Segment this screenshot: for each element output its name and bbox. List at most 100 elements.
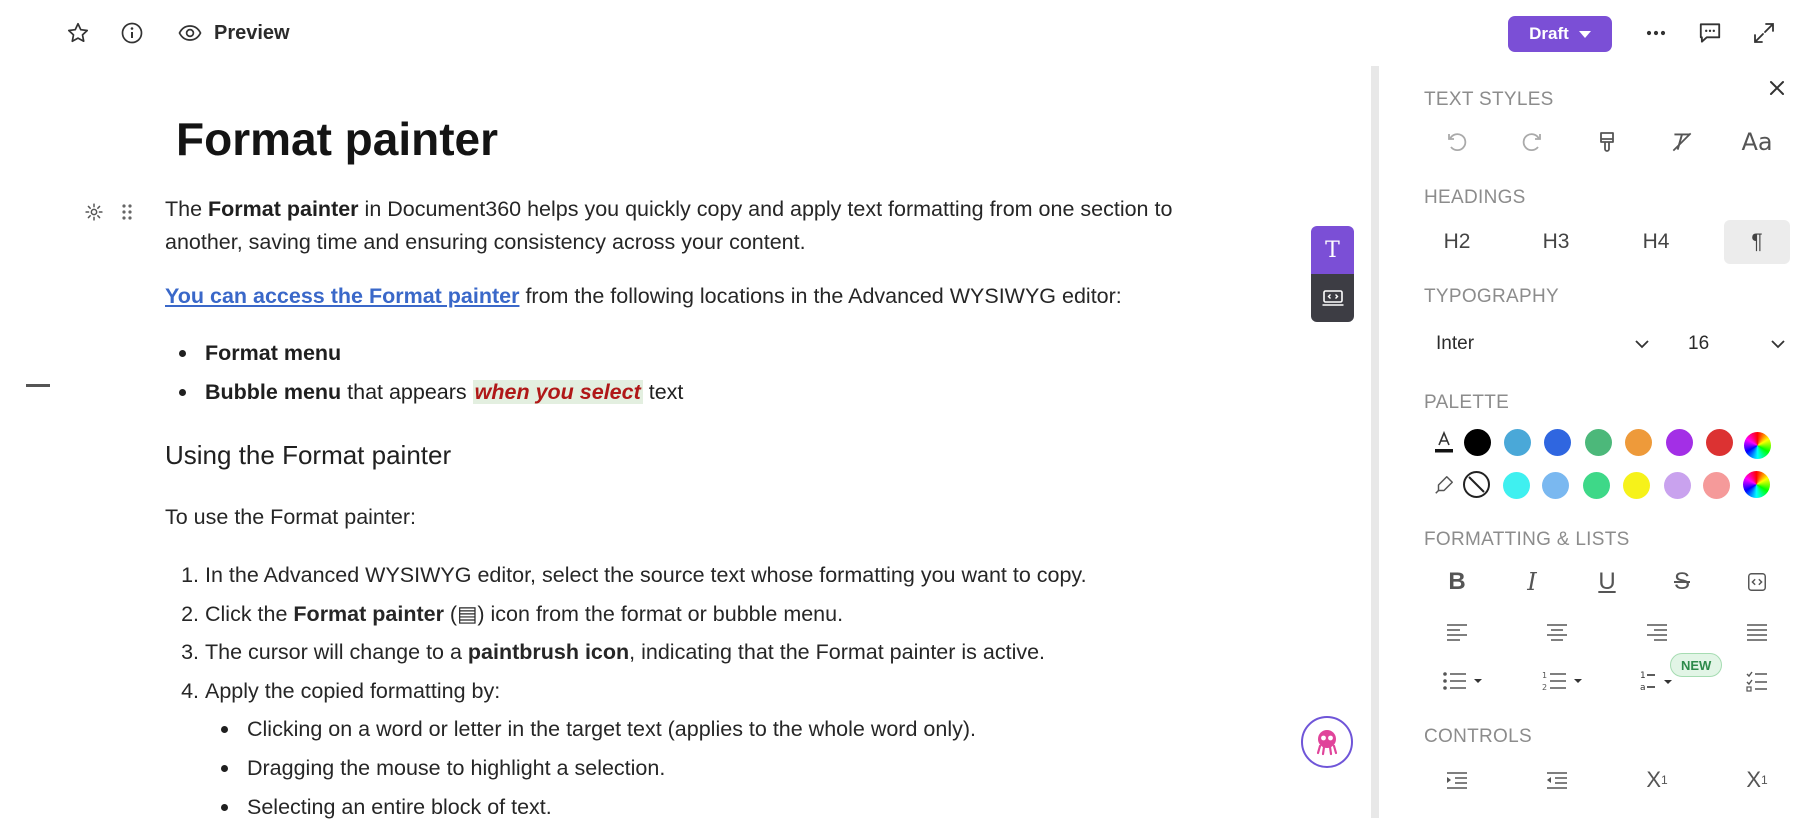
clear-format-icon[interactable] <box>1654 122 1710 162</box>
text-color-swatch[interactable] <box>1464 429 1491 456</box>
use-intro-paragraph[interactable]: To use the Format painter: <box>165 501 416 534</box>
text: The cursor will change to a <box>205 640 468 664</box>
list-item: 3. The cursor will change to a paintbrush… <box>165 633 1087 672</box>
highlight-color-swatch[interactable] <box>1703 472 1730 499</box>
outdent-icon[interactable] <box>1529 760 1585 800</box>
list-item: 4. Apply the copied formatting by: <box>165 672 1087 711</box>
highlight-color-swatch[interactable] <box>1664 472 1691 499</box>
highlight-color-swatch[interactable] <box>1542 472 1569 499</box>
superscript-icon[interactable]: X1 <box>1729 760 1785 800</box>
panel-divider-scrollbar[interactable] <box>1371 66 1379 818</box>
access-paragraph[interactable]: You can access the Format painter from t… <box>165 280 1122 313</box>
text-mode-icon[interactable]: T <box>1311 226 1354 274</box>
highlighter-icon[interactable] <box>1426 465 1462 505</box>
text-color-swatch[interactable] <box>1706 429 1733 456</box>
indent-icon[interactable] <box>1429 760 1485 800</box>
subscript-icon[interactable]: X1 <box>1629 760 1685 800</box>
size-value: 16 <box>1688 333 1710 354</box>
align-right-icon[interactable] <box>1629 612 1685 652</box>
section-title: HEADINGS <box>1424 187 1526 208</box>
expand-icon[interactable] <box>1748 17 1780 49</box>
custom-highlight-color-swatch[interactable] <box>1743 471 1770 498</box>
document-title[interactable]: Format painter <box>176 112 498 166</box>
access-link[interactable]: You can access the Format painter <box>165 284 519 308</box>
svg-text:1: 1 <box>1542 671 1547 680</box>
font-size-select[interactable]: 16 <box>1676 326 1790 362</box>
steps-list[interactable]: 1. In the Advanced WYSIWYG editor, select… <box>165 556 1087 711</box>
chevron-down-icon <box>1635 340 1649 349</box>
text-color-icon[interactable] <box>1426 422 1462 462</box>
svg-text:2: 2 <box>1542 683 1547 692</box>
font-family-select[interactable]: Inter <box>1426 326 1660 362</box>
align-center-icon[interactable] <box>1529 612 1585 652</box>
underline-button[interactable]: U <box>1579 562 1635 602</box>
star-icon[interactable] <box>62 17 94 49</box>
bold-text: Format menu <box>205 341 342 365</box>
more-icon[interactable] <box>1640 17 1672 49</box>
sub-steps-list[interactable]: Clicking on a word or letter in the targ… <box>207 710 976 827</box>
align-left-icon[interactable] <box>1429 612 1485 652</box>
bullet-list[interactable]: Format menu Bubble menu that appears whe… <box>165 334 683 412</box>
justify-icon[interactable] <box>1729 612 1785 652</box>
section-title: PALETTE <box>1424 392 1510 413</box>
text-case-icon[interactable]: Aa <box>1729 122 1785 162</box>
floating-toolbar: T <box>1311 226 1354 322</box>
text-color-swatch[interactable] <box>1666 429 1693 456</box>
highlight-color-swatch[interactable] <box>1583 472 1610 499</box>
comment-icon[interactable] <box>1694 17 1726 49</box>
highlight-color-swatch[interactable] <box>1503 472 1530 499</box>
text: Click the <box>205 601 294 626</box>
assistant-bot-icon[interactable] <box>1301 716 1353 768</box>
draft-label: Draft <box>1529 24 1569 43</box>
paragraph-button[interactable]: ¶ <box>1724 220 1790 264</box>
block-settings-icon[interactable] <box>84 202 104 222</box>
text: Apply the copied formatting by: <box>205 678 501 703</box>
highlight-color-swatch[interactable] <box>1623 472 1650 499</box>
italic-button[interactable]: I <box>1504 562 1560 602</box>
preview-button[interactable]: Preview <box>178 17 290 49</box>
bullet-list-dropdown[interactable] <box>1434 661 1494 701</box>
bold-text: paintbrush icon <box>467 640 630 664</box>
text: In the Advanced WYSIWYG editor, select t… <box>205 563 1087 587</box>
code-view-icon[interactable] <box>1311 274 1354 322</box>
section-title: FORMATTING & LISTS <box>1424 529 1630 550</box>
collapse-handle[interactable] <box>26 384 50 387</box>
text-color-swatch[interactable] <box>1544 429 1571 456</box>
format-painter-icon[interactable] <box>1579 122 1635 162</box>
heading-h4-button[interactable]: H4 <box>1623 220 1689 264</box>
section-title: TEXT STYLES <box>1424 89 1554 110</box>
intro-paragraph[interactable]: The Format painter in Document360 helps … <box>165 193 1172 259</box>
text-color-swatch[interactable] <box>1585 429 1612 456</box>
text: text <box>642 380 684 404</box>
text: that appears <box>341 380 473 404</box>
heading-h2-button[interactable]: H2 <box>1424 220 1490 264</box>
bold-button[interactable]: B <box>1429 562 1485 602</box>
text: in Document360 helps you quickly copy an… <box>358 197 1173 221</box>
text-color-swatch[interactable] <box>1504 429 1531 456</box>
info-icon[interactable] <box>116 17 148 49</box>
draft-status-dropdown[interactable]: Draft <box>1508 16 1612 52</box>
heading-h3-button[interactable]: H3 <box>1523 220 1589 264</box>
checklist-icon[interactable] <box>1729 661 1785 701</box>
drag-handle-icon[interactable] <box>120 202 134 222</box>
svg-text:a: a <box>1640 683 1646 693</box>
text: , indicating that the Format painter is … <box>629 640 1046 664</box>
numbered-list-dropdown[interactable]: 12 <box>1534 661 1594 701</box>
no-color-swatch[interactable] <box>1463 471 1490 498</box>
custom-text-color-swatch[interactable] <box>1744 432 1771 459</box>
strikethrough-button[interactable]: S <box>1654 562 1710 602</box>
caret-down-icon <box>1578 30 1591 38</box>
close-icon[interactable] <box>1763 74 1791 102</box>
bold-text: Format painter <box>208 197 359 221</box>
text-color-swatch[interactable] <box>1625 429 1652 456</box>
preview-label: Preview <box>214 21 290 44</box>
redo-icon[interactable] <box>1504 122 1560 162</box>
inline-code-icon[interactable] <box>1729 562 1785 602</box>
bold-text: Bubble menu <box>205 380 342 404</box>
section-heading[interactable]: Using the Format painter <box>165 440 451 471</box>
chevron-down-icon <box>1771 340 1785 349</box>
text: another, saving time and ensuring consis… <box>165 230 806 254</box>
list-item: Format menu <box>165 334 683 373</box>
undo-icon[interactable] <box>1429 122 1485 162</box>
list-number: 1. <box>181 563 199 587</box>
